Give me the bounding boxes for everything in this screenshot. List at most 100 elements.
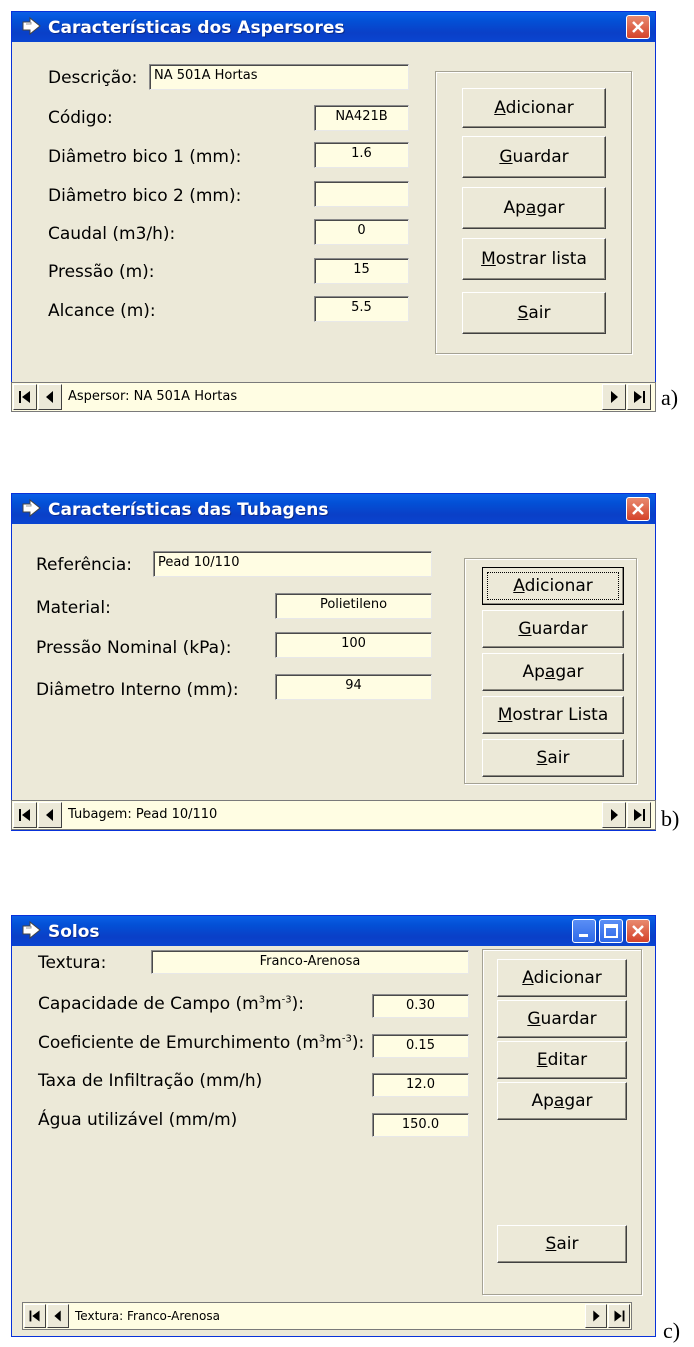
label-capacidade-campo: Capacidade de Campo (m3m-3): [38,994,305,1014]
first-record-button[interactable] [13,802,37,828]
guardar-button[interactable]: Guardar [462,136,606,178]
next-record-button[interactable] [602,802,626,828]
label-diametro-interno: Diâmetro Interno (mm): [36,680,239,700]
close-icon [632,503,644,515]
material-field[interactable]: Polietileno [275,593,432,619]
adicionar-button[interactable]: Adicionar [497,959,627,997]
label-descricao: Descrição: [48,68,138,88]
next-record-button[interactable] [585,1304,607,1328]
close-button[interactable] [626,919,650,943]
label-textura: Textura: [38,953,107,973]
agua-utilizavel-field[interactable]: 150.0 [372,1113,469,1137]
label-caudal: Caudal (m3/h): [48,224,176,244]
pressao-nominal-field[interactable]: 100 [275,632,432,658]
previous-record-icon [46,809,53,821]
close-button[interactable] [626,497,650,521]
label-diametro-bico-2: Diâmetro bico 2 (mm): [48,186,242,206]
label-coeficiente-emurchimento: Coeficiente de Emurchimento (m3m-3): [38,1033,365,1053]
apagar-button[interactable]: Apagar [462,187,606,229]
window-tubagens: Características das Tubagens Referência:… [11,493,656,831]
title-bar[interactable]: Solos [12,916,655,946]
first-record-button[interactable] [24,1304,46,1328]
taxa-infiltracao-field[interactable]: 12.0 [372,1073,469,1097]
pressao-field[interactable]: 15 [314,258,409,284]
label-alcance: Alcance (m): [48,301,156,321]
apagar-button[interactable]: Apagar [482,653,624,691]
previous-record-button[interactable] [47,1304,69,1328]
previous-record-button[interactable] [38,802,62,828]
guardar-button[interactable]: Guardar [482,610,624,648]
label-pressao: Pressão (m): [48,262,155,282]
diametro-bico-1-field[interactable]: 1.6 [314,142,409,168]
adicionar-button[interactable]: Adicionar [462,88,606,128]
adicionar-button[interactable]: Adicionar [482,567,624,605]
descricao-field[interactable]: NA 501A Hortas [149,64,409,90]
app-arrow-icon [22,921,41,939]
referencia-field[interactable]: Pead 10/110 [153,551,432,577]
label-agua-utilizavel: Água utilizável (mm/m) [38,1110,238,1130]
minimize-button[interactable] [572,919,596,943]
record-label: Tubagem: Pead 10/110 [68,807,218,822]
mostrar-lista-button[interactable]: Mostrar lista [462,238,606,280]
window-title: Solos [48,922,100,942]
last-record-button[interactable] [608,1304,630,1328]
apagar-button[interactable]: Apagar [497,1082,627,1120]
record-navigator: Textura: Franco-Arenosa [22,1302,632,1330]
window-title: Características dos Aspersores [48,18,345,38]
close-icon [632,21,644,33]
window-aspersores: Características dos Aspersores Descrição… [11,11,656,412]
record-label: Textura: Franco-Arenosa [75,1309,220,1323]
label-diametro-bico-1: Diâmetro bico 1 (mm): [48,147,242,167]
first-record-icon [19,809,30,821]
record-navigator: Tubagem: Pead 10/110 [11,800,656,830]
sair-button[interactable]: Sair [462,292,606,334]
mostrar-lista-button[interactable]: Mostrar Lista [482,696,624,734]
close-icon [632,925,644,937]
previous-record-icon [54,1310,61,1322]
app-arrow-icon [22,499,41,517]
codigo-field[interactable]: NA421B [314,105,409,131]
capacidade-campo-field[interactable]: 0.30 [372,994,469,1018]
last-record-icon [634,809,645,821]
close-button[interactable] [626,15,650,39]
coeficiente-emurchimento-field[interactable]: 0.15 [372,1034,469,1058]
maximize-icon [604,924,618,938]
caption-b: b) [661,806,680,831]
previous-record-button[interactable] [38,384,62,410]
sair-button[interactable]: Sair [497,1225,627,1263]
diametro-bico-2-field[interactable] [314,181,409,207]
label-taxa-infiltracao: Taxa de Infiltração (mm/h) [38,1071,263,1091]
sair-button[interactable]: Sair [482,739,624,777]
last-record-icon [614,1310,625,1322]
alcance-field[interactable]: 5.5 [314,296,409,322]
label-material: Material: [36,598,111,618]
next-record-icon [593,1310,600,1322]
next-record-icon [611,391,618,403]
window-solos: Solos Textura: Franco-Arenosa Capacidade… [11,915,656,1337]
title-bar[interactable]: Características dos Aspersores [12,12,655,42]
minimize-icon [579,934,588,937]
first-record-button[interactable] [13,384,37,410]
maximize-button[interactable] [599,919,623,943]
editar-button[interactable]: Editar [497,1041,627,1079]
window-title: Características das Tubagens [48,500,329,520]
diametro-interno-field[interactable]: 94 [275,674,432,700]
caption-c: c) [663,1318,681,1343]
last-record-button[interactable] [627,802,651,828]
first-record-icon [29,1310,40,1322]
label-codigo: Código: [48,108,113,128]
textura-field[interactable]: Franco-Arenosa [151,950,469,974]
caudal-field[interactable]: 0 [314,219,409,245]
guardar-button[interactable]: Guardar [497,1000,627,1038]
record-navigator: Aspersor: NA 501A Hortas [11,382,656,412]
label-referencia: Referência: [36,555,133,575]
app-arrow-icon [22,17,41,35]
next-record-button[interactable] [602,384,626,410]
previous-record-icon [46,391,53,403]
caption-a: a) [661,385,679,410]
label-pressao-nominal: Pressão Nominal (kPa): [36,638,232,658]
first-record-icon [19,391,30,403]
title-bar[interactable]: Características das Tubagens [12,494,655,524]
last-record-button[interactable] [627,384,651,410]
next-record-icon [611,809,618,821]
